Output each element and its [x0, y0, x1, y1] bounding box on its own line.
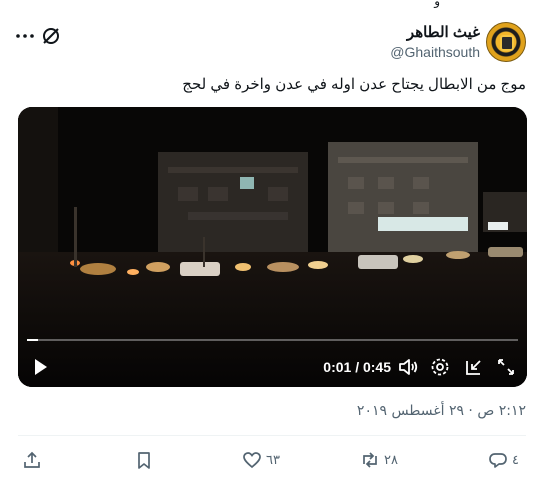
fullscreen-button[interactable] [495, 355, 517, 379]
video-frame [18, 107, 527, 387]
video-progress-fill [27, 339, 38, 341]
more-icon[interactable] [14, 26, 36, 46]
tweet-timestamp[interactable]: ٢:١٢ ص · ٢٩ أغسطس ٢٠١٩ [357, 403, 526, 419]
reply-count: ٤ [512, 452, 519, 468]
bookmark-icon [138, 452, 150, 469]
heart-icon [243, 452, 261, 469]
bookmark-button[interactable] [134, 447, 154, 473]
volume-icon [399, 359, 418, 375]
pip-icon [466, 360, 481, 375]
previous-tweet-fragment: و [434, 0, 440, 8]
fullscreen-icon [498, 359, 514, 375]
settings-icon [431, 358, 449, 376]
top-strip: و [0, 0, 540, 8]
settings-button[interactable] [429, 355, 451, 379]
user-handle[interactable]: @Ghaithsouth [390, 42, 480, 62]
divider [18, 435, 526, 436]
video-player[interactable]: 0:01 / 0:45 [18, 107, 527, 387]
retweet-count: ٢٨ [384, 452, 398, 468]
grok-icon[interactable] [40, 25, 62, 47]
play-button[interactable] [28, 355, 52, 379]
avatar[interactable] [486, 22, 526, 62]
tweet-text: موج من الابطال يجتاح عدن اوله في عدن واخ… [182, 76, 526, 93]
reply-icon [489, 453, 507, 468]
retweet-button[interactable]: ٢٨ [360, 447, 398, 473]
video-time: 0:01 / 0:45 [323, 359, 391, 375]
action-bar: ٦٣ ٢٨ ٤ [0, 447, 540, 473]
picture-in-picture-button[interactable] [463, 355, 485, 379]
retweet-icon [363, 452, 377, 468]
display-name[interactable]: غيث الطاهر [390, 24, 480, 42]
reply-button[interactable]: ٤ [488, 447, 519, 473]
like-button[interactable]: ٦٣ [242, 447, 280, 473]
share-button[interactable] [22, 447, 42, 473]
play-icon [35, 359, 47, 375]
volume-button[interactable] [397, 355, 419, 379]
share-icon [24, 451, 40, 468]
avatar-emblem [500, 35, 514, 51]
video-progress-bar[interactable] [27, 339, 518, 341]
author-block[interactable]: غيث الطاهر @Ghaithsouth [390, 24, 480, 62]
like-count: ٦٣ [266, 452, 280, 468]
